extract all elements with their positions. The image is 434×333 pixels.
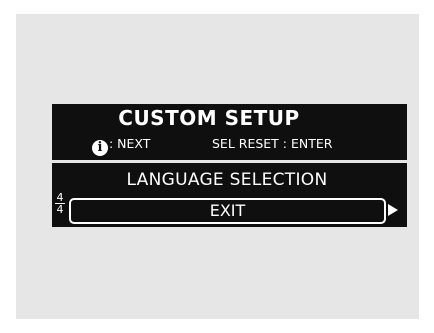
custom-setup-screen: CUSTOM SETUP i: NEXT SEL RESET : ENTER L…	[52, 104, 407, 227]
info-icon: i	[92, 140, 108, 156]
menu-item-exit[interactable]: EXIT	[69, 198, 386, 224]
next-hint: i: NEXT	[92, 134, 151, 156]
sel-reset-enter-hint: SEL RESET : ENTER	[212, 136, 333, 151]
next-hint-label: : NEXT	[109, 136, 151, 151]
menu-item-language-selection[interactable]: LANGUAGE SELECTION	[72, 168, 382, 192]
page-indicator: 4 4	[54, 192, 66, 215]
divider	[52, 160, 407, 163]
page-current: 4	[56, 191, 64, 204]
screen-title: CUSTOM SETUP	[118, 106, 300, 130]
right-arrow-icon	[388, 204, 398, 216]
page-total: 4	[56, 203, 64, 216]
